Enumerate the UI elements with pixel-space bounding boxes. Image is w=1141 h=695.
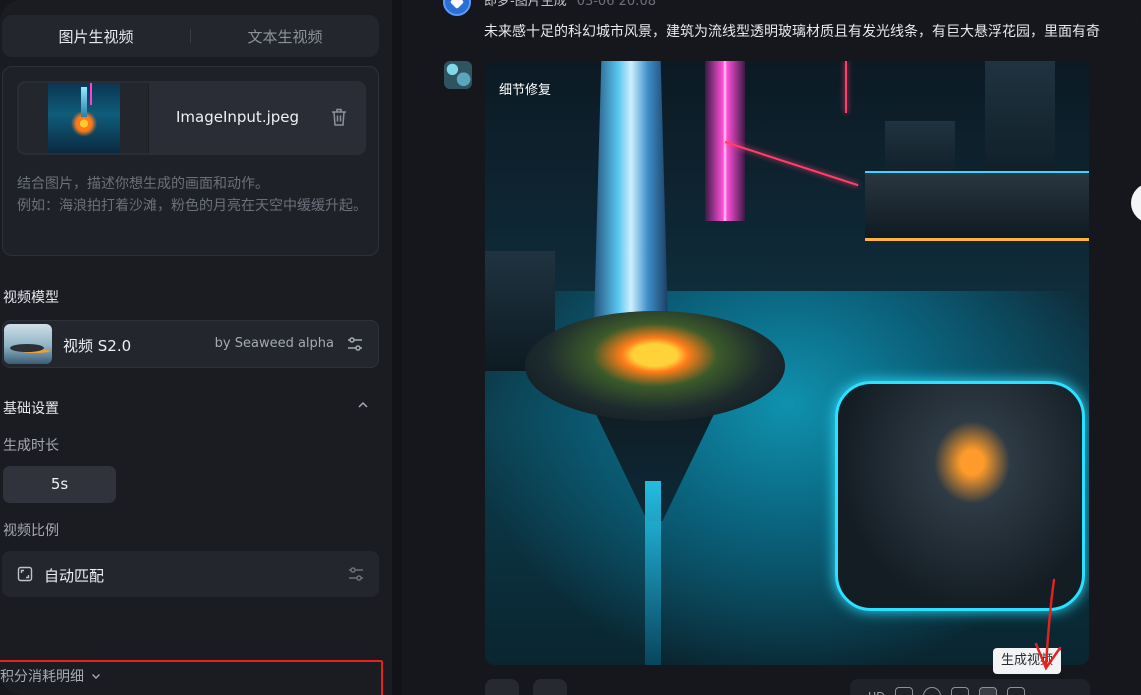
sliders-icon[interactable] (346, 335, 364, 353)
sliders-icon (349, 567, 363, 581)
aspect-ratio-value: 自动匹配 (44, 567, 105, 585)
scene-spire (645, 481, 661, 665)
image-action-toolbar: HD (850, 679, 1090, 695)
image-icon[interactable] (950, 687, 969, 695)
model-thumbnail (4, 324, 52, 364)
scene-platform-top (865, 171, 1089, 241)
video-icon[interactable] (978, 687, 997, 695)
edit-button[interactable] (485, 679, 519, 695)
scene-floating-island (525, 311, 785, 421)
annotation-highlight-box (0, 660, 383, 695)
generated-image[interactable]: 细节修复 (485, 61, 1089, 665)
trash-icon[interactable] (330, 107, 348, 127)
scene-platform-right (835, 381, 1085, 611)
aspect-ratio-label: 视频比例 (3, 523, 59, 539)
video-model-title: 视频模型 (3, 290, 59, 306)
side-scroll-button[interactable] (1131, 183, 1141, 223)
message-meta: 即梦-图片生成 03-06 20:08 (484, 0, 656, 9)
mode-tabs: 图片生视频 文本生视频 (2, 15, 379, 57)
scene-neon-line (845, 61, 847, 113)
right-panel: 即梦-图片生成 03-06 20:08 未来感十足的科幻城市风景，建筑为流线型透明… (402, 0, 1141, 695)
aspect-ratio-selector[interactable]: 自动匹配 (2, 551, 379, 597)
duration-option-5s[interactable]: 5s (3, 466, 116, 503)
message-time: 03-06 20:08 (576, 0, 657, 9)
image-thumbnail-frame[interactable] (19, 83, 149, 153)
detail-repair-tag: 细节修复 (499, 83, 552, 98)
brush-icon[interactable] (894, 687, 913, 695)
aspect-ratio-icon (17, 566, 33, 582)
hd-button[interactable]: HD (868, 690, 885, 695)
image-thumbnail (48, 83, 120, 153)
chevron-up-icon[interactable] (356, 398, 370, 412)
prompt-input[interactable]: 结合图片，描述你想生成的画面和动作。 例如：海浪拍打着沙滩，粉色的月亮在天空中缓… (17, 173, 367, 217)
model-selector[interactable]: 视频 S2.0 by Seaweed alpha (2, 320, 379, 368)
panel-divider (392, 0, 402, 695)
scene-main-tower (593, 61, 669, 351)
image-upload-card: ImageInput.jpeg 结合图片，描述你想生成的画面和动作。 例如：海浪… (2, 66, 379, 256)
message-sender: 即梦-图片生成 (484, 0, 567, 9)
uploaded-file-row: ImageInput.jpeg (17, 81, 366, 155)
eraser-icon[interactable] (1006, 687, 1025, 695)
annotation-arrow-icon (1034, 578, 1062, 671)
image-avatar (444, 61, 472, 89)
tab-image-to-video[interactable]: 图片生视频 (2, 26, 190, 47)
expand-icon[interactable] (922, 687, 941, 695)
prompt-text: 未来感十足的科幻城市风景，建筑为流线型透明玻璃材质且有发光线条，有巨大悬浮花园，… (484, 24, 1100, 40)
model-provider: by Seaweed alpha (214, 336, 334, 351)
basic-settings-title: 基础设置 (3, 401, 59, 417)
tab-text-to-video[interactable]: 文本生视频 (191, 26, 379, 47)
model-name: 视频 S2.0 (63, 337, 132, 355)
left-panel: 图片生视频 文本生视频 ImageInput.jpeg 结合图片，描述你想生成的… (0, 0, 392, 695)
file-name: ImageInput.jpeg (176, 108, 300, 126)
share-button[interactable] (533, 679, 567, 695)
duration-label: 生成时长 (3, 438, 59, 454)
bot-avatar (443, 0, 471, 16)
